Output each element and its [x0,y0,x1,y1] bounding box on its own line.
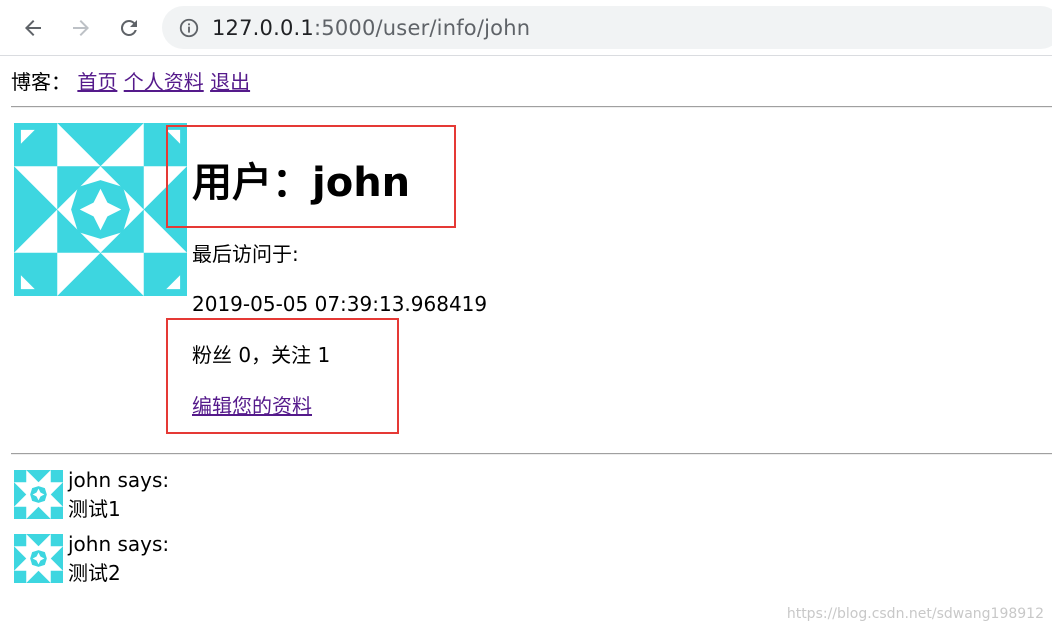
post-author: john says: [68,532,170,556]
reload-icon[interactable] [115,14,143,42]
nav-link-home[interactable]: 首页 [77,70,117,94]
page-content: 博客： 首页 个人资料 退出 用户：john 最后访问于: 2019-05-05… [0,56,1052,628]
post-avatar [14,534,63,583]
post-body: 测试1 [68,497,121,521]
site-nav: 博客： 首页 个人资料 退出 [11,69,250,95]
post-author: john says: [68,468,170,492]
forward-arrow-icon[interactable] [67,14,95,42]
post-avatar [14,470,63,519]
divider [11,106,1052,108]
info-icon[interactable] [178,17,200,39]
address-bar[interactable]: 127.0.0.1:5000/user/info/john [162,6,1052,49]
nav-link-profile[interactable]: 个人资料 [124,70,204,94]
watermark: https://blog.csdn.net/sdwang198912 [786,606,1044,622]
url-text[interactable]: 127.0.0.1:5000/user/info/john [212,16,530,40]
avatar [14,123,187,296]
annotation-box-title [166,125,456,228]
url-path: :5000/user/info/john [314,16,531,40]
divider [11,453,1052,455]
browser-toolbar: 127.0.0.1:5000/user/info/john [0,0,1052,56]
nav-link-logout[interactable]: 退出 [210,70,250,94]
post-body: 测试2 [68,561,121,585]
url-host: 127.0.0.1 [212,16,314,40]
brand-label: 博客： [11,70,71,94]
last-seen-label: 最后访问于: [192,242,299,266]
annotation-box-stats [166,318,399,434]
back-arrow-icon[interactable] [19,14,47,42]
last-seen-time: 2019-05-05 07:39:13.968419 [192,292,488,316]
